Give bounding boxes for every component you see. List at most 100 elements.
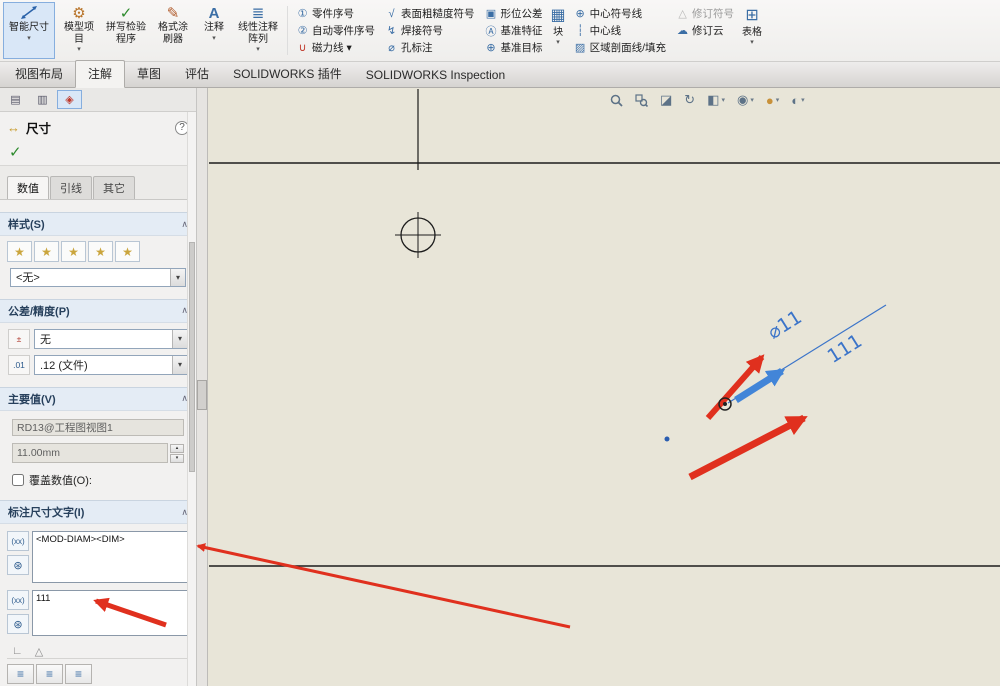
dimension-text-section-header[interactable]: 标注尺寸文字(I) ∧ — [0, 500, 196, 524]
tab-solidworks-inspection[interactable]: SOLIDWORKS Inspection — [354, 64, 517, 87]
smart-dimension-button[interactable]: 智能尺寸 ▾ — [3, 2, 55, 59]
chevron-down-icon[interactable]: ▾ — [556, 39, 560, 46]
panel-tab-featuremanager[interactable]: ▤ — [3, 90, 28, 109]
spin-up-icon[interactable]: ▴ — [170, 443, 184, 453]
chevron-down-icon[interactable]: ▾ — [172, 355, 187, 374]
tab-view-layout[interactable]: 视图布局 — [3, 61, 75, 87]
zoom-to-area-icon[interactable] — [635, 93, 648, 107]
tab-value[interactable]: 数值 — [7, 176, 49, 199]
rotate-view-icon[interactable]: ↻ — [684, 92, 695, 108]
dimension-text-icons: (xx) ⊛ — [7, 590, 29, 636]
tolerance-section-header[interactable]: 公差/精度(P) ∧ — [0, 298, 196, 323]
star-icon: ★ — [68, 244, 79, 259]
override-value-checkbox[interactable] — [12, 474, 24, 486]
chevron-down-icon[interactable]: ▾ — [212, 35, 216, 42]
display-style-icon[interactable]: ◧ ▾ — [707, 92, 725, 108]
spin-down-icon[interactable]: ▾ — [170, 453, 184, 463]
auto-balloon-button[interactable]: ② 自动零件序号 — [296, 23, 375, 38]
format-painter-button[interactable]: ✎ 格式涂刷器 — [151, 2, 195, 59]
text-align-row: ≡ ≡ ≡ — [7, 658, 189, 684]
dimension-text-area-1[interactable]: <MOD-DIAM><DIM> — [32, 531, 189, 583]
ok-button[interactable]: ✓ — [9, 144, 22, 161]
chevron-down-icon[interactable]: ▾ — [776, 96, 780, 104]
tab-other[interactable]: 其它 — [93, 176, 135, 199]
dimension-text-area-2[interactable]: 111 — [32, 590, 189, 636]
model-items-button[interactable]: ⚙ 模型项目 ▾ — [57, 2, 101, 59]
chevron-down-icon[interactable]: ▾ — [750, 96, 754, 104]
primary-value-section-header[interactable]: 主要值(V) ∧ — [0, 386, 196, 411]
edit-appearance-icon[interactable]: ● ▾ — [766, 93, 779, 108]
star-icon: ★ — [41, 244, 52, 259]
centerline-button[interactable]: ┆ 中心线 — [574, 23, 666, 38]
align-left-button[interactable]: ≡ — [7, 664, 34, 684]
style-update-button[interactable]: ★ — [61, 241, 86, 262]
chevron-down-icon[interactable]: ▾ — [77, 46, 81, 53]
tab-leaders[interactable]: 引线 — [50, 176, 92, 199]
magnetic-line-button[interactable]: ∪ 磁力线 ▾ — [296, 40, 375, 55]
balloon-button[interactable]: ① 零件序号 — [296, 6, 375, 21]
area-hatch-button[interactable]: ▨ 区域剖面线/填充 — [574, 40, 666, 55]
hole-callout-button[interactable]: ⌀ 孔标注 — [385, 40, 475, 55]
tab-solidworks-addins[interactable]: SOLIDWORKS 插件 — [221, 61, 354, 87]
command-manager-tabs: 视图布局 注解 草图 评估 SOLIDWORKS 插件 SOLIDWORKS I… — [0, 60, 1000, 88]
align-center-button[interactable]: ≡ — [36, 664, 63, 684]
dimension-text-icon[interactable]: (xx) — [7, 590, 29, 610]
tab-evaluate[interactable]: 评估 — [173, 61, 221, 87]
dimension-text-icon[interactable]: (xx) — [7, 531, 29, 551]
configurations-icon: ◈ — [65, 94, 74, 106]
datum-target-button[interactable]: ⊕ 基准目标 — [485, 40, 542, 55]
symbol-library-icon[interactable]: ⊛ — [7, 555, 29, 575]
panel-scrollbar[interactable] — [187, 112, 196, 686]
tolerance-type-combo[interactable]: 无 ▾ — [34, 328, 188, 349]
extension-line-icon[interactable]: ∟ — [12, 645, 23, 658]
style-save-button[interactable]: ★ — [88, 241, 113, 262]
chevron-down-icon[interactable]: ▾ — [750, 39, 754, 46]
section-view-icon[interactable]: ◪ — [660, 92, 672, 108]
style-new-button[interactable]: ★ — [7, 241, 32, 262]
align-right-button[interactable]: ≡ — [65, 664, 92, 684]
hole-callout-icon: ⌀ — [388, 42, 395, 54]
tables-button[interactable]: ⊞ 表格 ▾ — [740, 2, 764, 59]
spell-checker-button[interactable]: ✓ 拼写检验程序 — [103, 2, 149, 59]
panel-scrollbar-thumb[interactable] — [189, 242, 195, 472]
ribbon-toolbar: 智能尺寸 ▾ ⚙ 模型项目 ▾ ✓ 拼写检验程序 ✎ 格式涂刷器 A 注释 ▾ … — [0, 0, 1000, 62]
spell-checker-icon: ✓ — [119, 5, 133, 22]
weld-symbol-button[interactable]: ↯ 焊接符号 — [385, 23, 475, 38]
panel-splitter-handle[interactable] — [197, 380, 207, 410]
chevron-down-icon[interactable]: ▾ — [170, 269, 185, 286]
linear-note-pattern-button[interactable]: ≣ 线性注释阵列 ▾ — [233, 2, 283, 59]
chevron-down-icon[interactable]: ▾ — [27, 35, 31, 42]
revision-cloud-button[interactable]: ☁ 修订云 — [676, 23, 734, 38]
style-add-button[interactable]: ★ — [34, 241, 59, 262]
style-combo[interactable]: <无> ▾ — [10, 268, 186, 287]
zoom-fit-icon[interactable] — [610, 94, 623, 107]
geometric-tolerance-button[interactable]: ▣ 形位公差 — [485, 6, 543, 21]
center-mark-button[interactable]: ⊕ 中心符号线 — [574, 6, 666, 21]
chevron-down-icon[interactable]: ▾ — [722, 96, 726, 104]
chevron-down-icon[interactable]: ▾ — [172, 329, 187, 348]
chevron-down-icon[interactable]: ▾ — [347, 42, 352, 54]
tab-sketch[interactable]: 草图 — [125, 61, 173, 87]
block-button[interactable]: ▦ 块 ▾ — [549, 2, 568, 59]
dimension-subtabs: 数值 引线 其它 — [0, 166, 196, 200]
hide-show-items-icon[interactable]: ◉ ▾ — [737, 92, 754, 108]
surface-finish-button[interactable]: √ 表面粗糙度符号 — [385, 6, 474, 21]
panel-tab-configurations[interactable]: ◈ — [57, 90, 82, 109]
balloon-icon: ① — [297, 8, 308, 20]
value-spinner[interactable]: ▴ ▾ — [170, 443, 184, 463]
note-button[interactable]: A 注释 ▾ — [197, 2, 231, 59]
datum-group: ▣ 形位公差 Ⓐ 基准特征 ⊕ 基准目标 — [481, 2, 547, 59]
style-section-header[interactable]: 样式(S) ∧ — [0, 212, 196, 236]
tab-annotation[interactable]: 注解 — [75, 60, 126, 88]
chevron-down-icon[interactable]: ▾ — [801, 96, 805, 104]
symbol-library-icon[interactable]: ⊛ — [7, 614, 29, 634]
center-mark-icon: ⊕ — [575, 8, 585, 20]
style-load-button[interactable]: ★ — [115, 241, 140, 262]
panel-tab-propertymanager[interactable]: ▥ — [30, 90, 55, 109]
precision-combo[interactable]: .12 (文件) ▾ — [34, 354, 188, 375]
drawing-canvas[interactable]: ◪ ↻ ◧ ▾ ◉ ▾ ● ▾ ◐ ▾ — [208, 88, 1000, 686]
view-settings-icon[interactable]: ◐ ▾ — [791, 93, 804, 108]
datum-feature-button[interactable]: Ⓐ 基准特征 — [485, 23, 543, 38]
chevron-down-icon[interactable]: ▾ — [256, 46, 260, 53]
slant-dimension-icon[interactable]: △ — [35, 645, 43, 658]
